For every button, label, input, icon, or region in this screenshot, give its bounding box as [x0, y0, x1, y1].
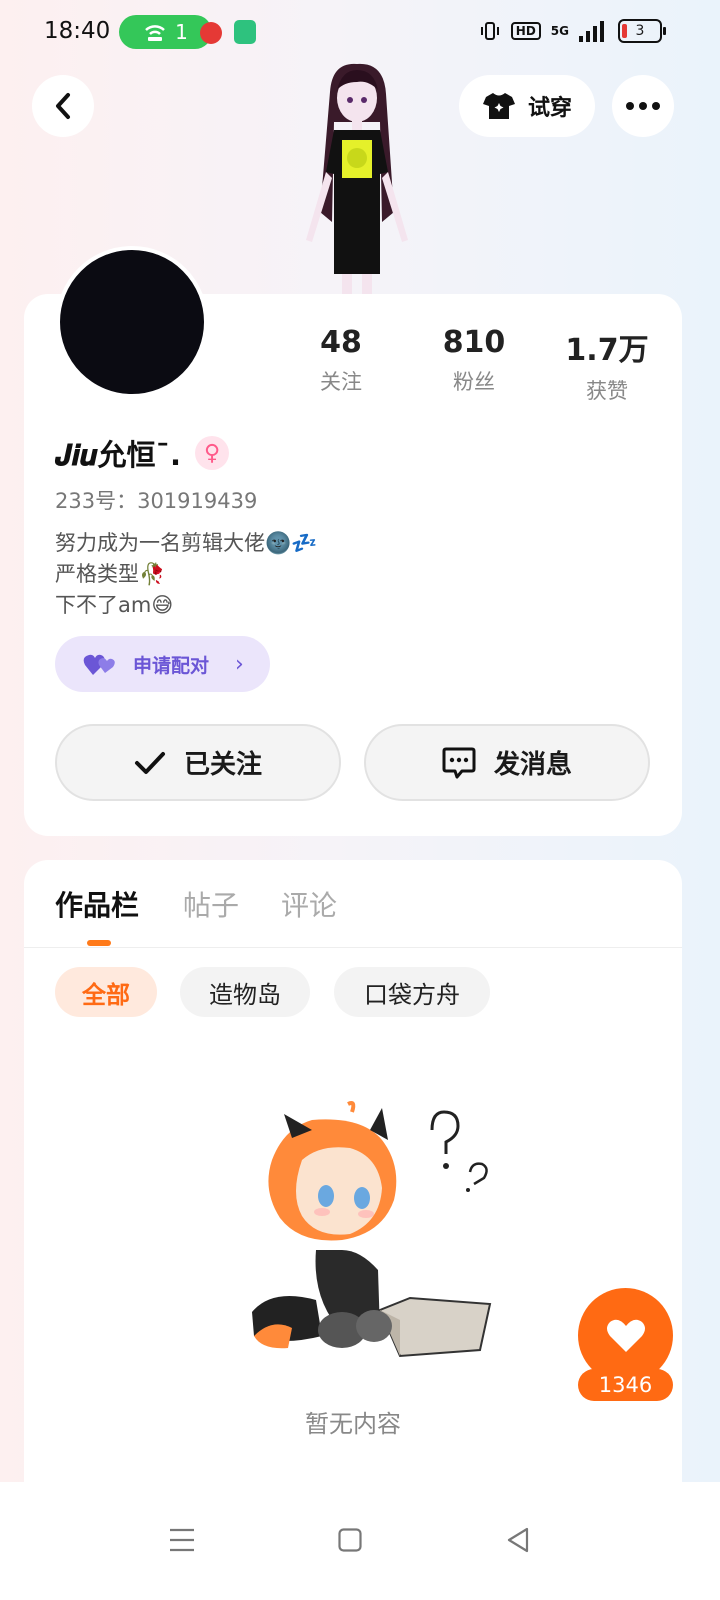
- tab-works[interactable]: 作品栏: [55, 884, 139, 924]
- tshirt-icon: [482, 93, 515, 119]
- battery-saver-icon: [234, 20, 256, 44]
- status-time: 18:40: [44, 18, 111, 44]
- square-icon: [338, 1528, 362, 1552]
- hotspot-indicator: 1: [119, 15, 212, 49]
- try-on-label: 试穿: [527, 96, 572, 121]
- stat-fans-label: 粉丝: [453, 370, 495, 394]
- stat-likes-label: 获赞: [586, 379, 628, 403]
- chevron-right-icon: ›: [235, 651, 244, 677]
- bio-line: 严格类型🥀: [55, 562, 166, 586]
- menu-icon: [170, 1528, 194, 1552]
- stat-fans[interactable]: 810 粉丝: [414, 325, 534, 396]
- apply-pair-button[interactable]: 申请配对 ›: [55, 636, 270, 692]
- chip-all[interactable]: 全部: [55, 967, 157, 1017]
- female-icon: ♀: [195, 436, 230, 470]
- send-message-button[interactable]: 发消息: [364, 724, 650, 801]
- chat-bubble-icon: [442, 747, 476, 778]
- send-message-label: 发消息: [493, 750, 572, 780]
- system-nav-bar: [0, 1482, 720, 1600]
- more-dots-icon: [626, 102, 660, 110]
- stat-likes-value: 1.7万: [565, 333, 649, 368]
- empty-state-text: 暂无内容: [305, 1410, 401, 1438]
- stat-following-value: 48: [320, 325, 362, 360]
- more-button[interactable]: [612, 75, 674, 137]
- apply-pair-label: 申请配对: [133, 654, 210, 677]
- like-count: 1346: [578, 1369, 673, 1401]
- double-heart-icon: [83, 654, 115, 675]
- stat-following[interactable]: 48 关注: [281, 325, 401, 396]
- notification-app-icon: [200, 22, 222, 44]
- nav-menu-button[interactable]: [152, 1510, 212, 1570]
- check-icon: [134, 751, 165, 774]
- triangle-back-icon: [507, 1527, 529, 1553]
- battery-icon: 3: [618, 19, 666, 43]
- user-name: 𝑱𝒊𝒖允恒ˉ.: [55, 438, 182, 472]
- name-row: 𝑱𝒊𝒖允恒ˉ. ♀: [55, 432, 230, 474]
- bio: 努力成为一名剪辑大佬🌚💤 严格类型🥀 下不了am😅: [55, 528, 317, 621]
- stat-fans-value: 810: [442, 325, 506, 360]
- vibrate-icon: [480, 22, 499, 40]
- followed-button[interactable]: 已关注: [55, 724, 341, 801]
- tab-indicator: [87, 940, 111, 946]
- user-id[interactable]: 233号：301919439: [55, 485, 257, 515]
- bio-line: 努力成为一名剪辑大佬🌚💤: [55, 531, 318, 555]
- stat-following-label: 关注: [320, 370, 362, 394]
- chip-creation-island[interactable]: 造物岛: [180, 967, 310, 1017]
- network-type: 5G: [550, 24, 569, 38]
- status-bar: 18:40 1 HD 5G 3: [0, 0, 720, 64]
- followed-label: 已关注: [183, 750, 262, 780]
- hotspot-count: 1: [175, 20, 188, 44]
- avatar-3d-figure[interactable]: [292, 62, 422, 296]
- signal-icon: [579, 20, 604, 42]
- hotspot-icon: [145, 25, 165, 41]
- nav-back-button[interactable]: [488, 1510, 548, 1570]
- avatar[interactable]: [56, 246, 208, 398]
- stat-likes[interactable]: 1.7万 获赞: [547, 325, 667, 405]
- heart-icon: [606, 1319, 645, 1352]
- tab-posts[interactable]: 帖子: [183, 884, 239, 924]
- back-button[interactable]: [32, 75, 94, 137]
- tab-comments[interactable]: 评论: [281, 884, 337, 924]
- try-on-button[interactable]: 试穿: [459, 75, 595, 137]
- empty-state-illustration: [252, 1101, 492, 1358]
- nav-home-button[interactable]: [320, 1510, 380, 1570]
- divider: [24, 947, 682, 948]
- bio-line: 下不了am😅: [55, 593, 174, 617]
- hd-icon: HD: [510, 22, 541, 40]
- chevron-left-icon: [56, 93, 70, 119]
- chip-pocket-ark[interactable]: 口袋方舟: [334, 967, 490, 1017]
